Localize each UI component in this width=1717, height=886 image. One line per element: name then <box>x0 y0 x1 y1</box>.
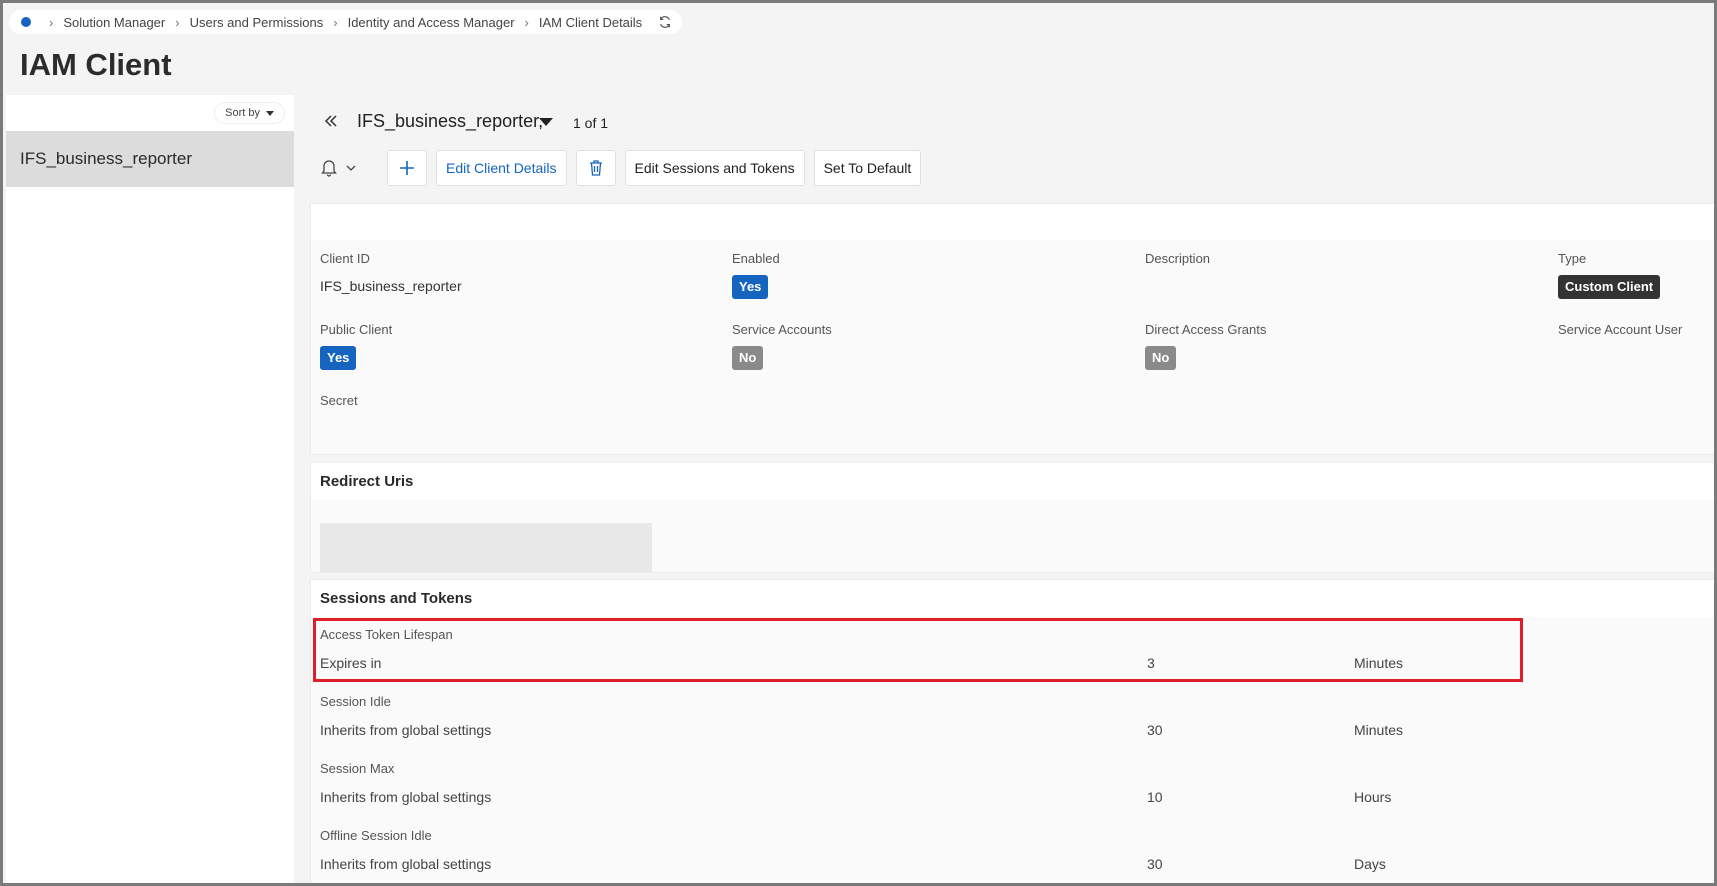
breadcrumb-iam-client-details: IAM Client Details <box>538 14 643 30</box>
session-row-value: 3 <box>1147 655 1155 671</box>
edit-sessions-tokens-button[interactable]: Edit Sessions and Tokens <box>624 150 805 186</box>
field-enabled: Enabled Yes <box>732 251 780 299</box>
direct-access-label: Direct Access Grants <box>1145 322 1267 337</box>
breadcrumb-identity-access-manager[interactable]: Identity and Access Manager <box>348 15 515 30</box>
sessions-tokens-panel: Sessions and Tokens Access Token Lifespa… <box>311 580 1714 883</box>
edit-client-details-button[interactable]: Edit Client Details <box>436 150 567 186</box>
add-button[interactable] <box>387 150 427 186</box>
chevron-down-icon <box>346 165 356 171</box>
enabled-label: Enabled <box>732 251 780 266</box>
field-type: Type Custom Client <box>1558 251 1661 299</box>
chevron-right-icon: › <box>175 14 180 30</box>
redirect-uris-title: Redirect Uris <box>311 463 1714 500</box>
session-row-label: Offline Session Idle <box>320 828 432 843</box>
field-description: Description <box>1145 251 1210 266</box>
public-client-badge: Yes <box>320 346 357 370</box>
sort-by-button[interactable]: Sort by <box>215 103 284 123</box>
session-row-value: 10 <box>1147 789 1163 805</box>
client-details-panel: Client ID IFS_business_reporter Enabled … <box>311 204 1714 454</box>
session-row-unit: Days <box>1354 856 1386 872</box>
plus-icon <box>400 161 414 175</box>
breadcrumb-solution-manager[interactable]: Solution Manager <box>63 15 165 30</box>
set-to-default-button[interactable]: Set To Default <box>813 150 922 186</box>
command-toolbar: Edit Client Details Edit Sessions and To… <box>321 150 930 186</box>
chevron-right-icon: › <box>333 14 338 30</box>
chevron-right-icon: › <box>49 14 54 30</box>
field-client-id: Client ID IFS_business_reporter <box>320 251 462 294</box>
record-count: 1 of 1 <box>573 115 609 131</box>
session-row-desc: Inherits from global settings <box>320 722 492 738</box>
session-row: Session Idle Inherits from global settin… <box>311 694 1714 756</box>
client-id-value: IFS_business_reporter <box>320 278 462 294</box>
session-row: Session Max Inherits from global setting… <box>311 761 1714 823</box>
field-service-accounts: Service Accounts No <box>732 322 832 370</box>
home-dot-icon[interactable] <box>21 17 31 27</box>
session-row-desc: Expires in <box>320 655 382 671</box>
service-accounts-badge: No <box>732 346 764 370</box>
caret-down-icon[interactable] <box>539 118 553 126</box>
chevron-right-icon: › <box>524 14 529 30</box>
session-row-label: Session Max <box>320 761 395 776</box>
redirect-uris-list[interactable] <box>320 523 652 572</box>
app-window: › Solution Manager › Users and Permissio… <box>0 0 1717 886</box>
notifications-button[interactable] <box>321 150 371 186</box>
description-label: Description <box>1145 251 1211 266</box>
public-client-label: Public Client <box>320 322 393 337</box>
breadcrumb-users-permissions[interactable]: Users and Permissions <box>190 15 324 30</box>
caret-down-icon <box>266 110 274 116</box>
chevrons-left-icon[interactable] <box>323 113 339 129</box>
session-row: Access Token Lifespan Expires in 3 Minut… <box>311 627 1714 689</box>
session-row-label: Session Idle <box>320 694 391 709</box>
client-id-label: Client ID <box>320 251 370 266</box>
session-row-unit: Minutes <box>1354 722 1404 738</box>
session-row: Offline Session Idle Inherits from globa… <box>311 828 1714 883</box>
session-row-label: Access Token Lifespan <box>320 627 453 642</box>
bell-icon <box>321 160 337 177</box>
session-row-unit: Hours <box>1354 789 1392 805</box>
field-secret: Secret <box>320 393 358 408</box>
refresh-icon[interactable] <box>658 15 672 29</box>
sessions-tokens-title: Sessions and Tokens <box>311 580 1714 617</box>
session-row-unit: Minutes <box>1354 655 1404 671</box>
service-accounts-label: Service Accounts <box>732 322 832 337</box>
service-account-user-label: Service Account User <box>1558 322 1683 337</box>
session-row-desc: Inherits from global settings <box>320 856 492 872</box>
breadcrumb: › Solution Manager › Users and Permissio… <box>9 10 683 34</box>
field-direct-access-grants: Direct Access Grants No <box>1145 322 1266 370</box>
navigator-item-label: IFS_business_reporter <box>20 149 192 168</box>
type-badge: Custom Client <box>1558 275 1661 299</box>
field-public-client: Public Client Yes <box>320 322 392 370</box>
type-label: Type <box>1558 251 1587 266</box>
session-row-value: 30 <box>1147 722 1163 738</box>
secret-label: Secret <box>320 393 358 408</box>
record-navigator: Sort by IFS_business_reporter <box>6 95 294 883</box>
direct-access-badge: No <box>1145 346 1177 370</box>
record-title: IFS_business_reporter, <box>357 111 544 131</box>
delete-button[interactable] <box>575 150 616 186</box>
session-row-desc: Inherits from global settings <box>320 789 492 805</box>
enabled-badge: Yes <box>732 275 769 299</box>
field-service-account-user: Service Account User <box>1558 322 1682 337</box>
page-title: IAM Client <box>20 47 172 82</box>
redirect-uris-panel: Redirect Uris <box>311 463 1714 572</box>
session-row-value: 30 <box>1147 856 1163 872</box>
trash-icon <box>589 160 602 176</box>
navigator-item-selected[interactable]: IFS_business_reporter <box>6 131 294 187</box>
panel-topbar <box>311 204 1714 240</box>
sort-by-label: Sort by <box>225 107 260 119</box>
